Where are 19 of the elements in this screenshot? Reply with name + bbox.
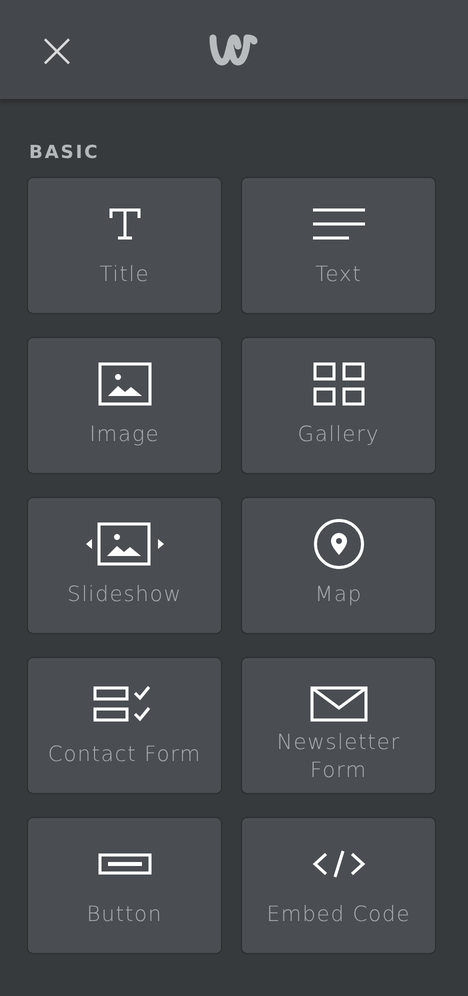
element-tile[interactable]: Gallery <box>241 337 436 474</box>
button-icon <box>98 853 152 875</box>
close-button[interactable]: × <box>36 24 74 74</box>
element-tile[interactable]: Text <box>241 177 436 314</box>
slideshow-icon <box>84 522 166 566</box>
grid-icon <box>312 362 364 406</box>
element-tile[interactable]: Embed Code <box>241 817 436 954</box>
element-tile[interactable]: Newsletter Form <box>241 657 436 794</box>
location-pin-icon <box>312 518 364 570</box>
element-tile[interactable]: Contact Form <box>27 657 222 794</box>
code-icon <box>312 848 366 880</box>
element-tile[interactable]: Image <box>27 337 222 474</box>
element-tile[interactable]: Slideshow <box>27 497 222 634</box>
element-tile[interactable]: Button <box>27 817 222 954</box>
element-tile[interactable]: Title <box>27 177 222 314</box>
element-tile[interactable]: Map <box>241 497 436 634</box>
section-title: BASIC <box>29 142 101 163</box>
envelope-icon <box>310 686 368 722</box>
image-icon <box>98 362 152 406</box>
